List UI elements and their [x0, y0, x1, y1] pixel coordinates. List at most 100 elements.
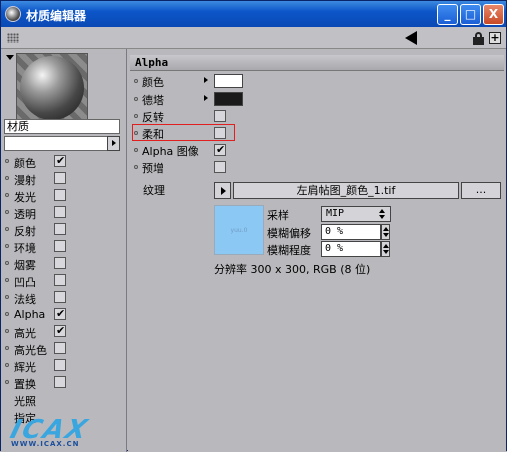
texture-browse-button[interactable]: ... — [461, 182, 501, 199]
channel-item[interactable]: 透明 — [1, 204, 127, 221]
preview-menu-icon[interactable] — [6, 55, 14, 60]
animate-dot-icon[interactable] — [5, 329, 9, 333]
texture-file-button[interactable]: 左肩帖图_颜色_1.tif — [233, 182, 459, 199]
soft-label: 柔和 — [142, 128, 164, 141]
channel-checkbox[interactable] — [54, 223, 66, 235]
channel-label: 反射 — [14, 225, 36, 238]
animate-dot-icon[interactable] — [5, 380, 9, 384]
channel-label: 烟雾 — [14, 259, 36, 272]
expand-arrow-icon[interactable] — [204, 95, 208, 101]
channel-item[interactable]: 发光 — [1, 187, 127, 204]
channel-checkbox[interactable] — [54, 376, 66, 388]
blur-scale-stepper[interactable] — [381, 241, 390, 257]
material-preview[interactable] — [16, 53, 88, 123]
channel-item[interactable]: 环境 — [1, 238, 127, 255]
animate-dot-icon[interactable] — [5, 312, 9, 316]
channel-label: 环境 — [14, 242, 36, 255]
channel-checkbox[interactable] — [54, 189, 66, 201]
channel-item[interactable]: 光照 — [1, 391, 127, 408]
channel-checkbox[interactable] — [54, 206, 66, 218]
color-swatch[interactable] — [214, 74, 243, 88]
maximize-button[interactable]: □ — [460, 4, 481, 25]
channel-item[interactable]: 法线 — [1, 289, 127, 306]
channel-checkbox[interactable] — [54, 172, 66, 184]
invert-label: 反转 — [142, 111, 164, 124]
alpha-image-label: Alpha 图像 — [142, 145, 199, 158]
animate-dot-icon[interactable] — [134, 97, 138, 101]
back-arrow-icon[interactable] — [405, 31, 417, 45]
channel-checkbox[interactable] — [54, 307, 66, 320]
channel-checkbox[interactable] — [54, 240, 66, 252]
channel-item[interactable]: 置换 — [1, 374, 127, 391]
material-dropdown[interactable] — [4, 136, 120, 151]
channel-checkbox[interactable] — [54, 359, 66, 371]
channel-item[interactable]: 高光色 — [1, 340, 127, 357]
sampling-value: MIP — [326, 208, 345, 219]
channel-label: 漫射 — [14, 174, 36, 187]
channel-checkbox[interactable] — [54, 274, 66, 286]
logo-url: WWW.ICAX.CN — [11, 440, 80, 448]
animate-dot-icon[interactable] — [134, 79, 138, 83]
title-bar[interactable]: 材质编辑器 _ □ X — [1, 1, 506, 27]
channel-checkbox[interactable] — [54, 342, 66, 354]
minimize-button[interactable]: _ — [437, 4, 458, 25]
channel-item[interactable]: 高光 — [1, 323, 127, 340]
blur-scale-field[interactable]: 0 % — [321, 241, 381, 257]
alpha-image-checkbox[interactable] — [214, 143, 226, 156]
select-arrows-icon — [378, 209, 387, 219]
channel-list: 颜色漫射发光透明反射环境烟雾凹凸法线Alpha高光高光色辉光置换光照指定 — [1, 153, 127, 425]
channel-checkbox[interactable] — [54, 291, 66, 303]
alpha-panel: Alpha 颜色 德塔 反转 柔和 Alpha 图像 ✔ 预增 纹理 左肩帖图_… — [128, 49, 506, 452]
texture-thumbnail[interactable]: yuu.0 — [214, 205, 264, 255]
material-name-field[interactable]: 材质 — [4, 119, 120, 134]
plus-icon[interactable]: + — [489, 32, 501, 44]
channel-item[interactable]: 烟雾 — [1, 255, 127, 272]
animate-dot-icon[interactable] — [5, 363, 9, 367]
animate-dot-icon[interactable] — [5, 193, 9, 197]
difference-label: 德塔 — [142, 94, 164, 107]
channel-item[interactable]: 凹凸 — [1, 272, 127, 289]
animate-dot-icon[interactable] — [5, 244, 9, 248]
sampling-select[interactable]: MIP — [321, 206, 391, 222]
grip-icon[interactable] — [7, 33, 19, 43]
animate-dot-icon[interactable] — [5, 159, 9, 163]
animate-dot-icon[interactable] — [5, 278, 9, 282]
soft-checkbox[interactable] — [214, 127, 226, 139]
expand-arrow-icon[interactable] — [204, 77, 208, 83]
animate-dot-icon[interactable] — [134, 148, 138, 152]
premultiply-label: 预增 — [142, 162, 164, 175]
channel-item[interactable]: 反射 — [1, 221, 127, 238]
difference-swatch[interactable] — [214, 92, 243, 106]
channel-item[interactable]: 辉光 — [1, 357, 127, 374]
blur-offset-field[interactable]: 0 % — [321, 224, 381, 240]
watermark-logo: ICAX WWW.ICAX.CN — [7, 415, 127, 449]
channel-item[interactable]: Alpha — [1, 306, 127, 323]
invert-checkbox[interactable] — [214, 110, 226, 122]
channel-item[interactable]: 颜色 — [1, 153, 127, 170]
animate-dot-icon[interactable] — [5, 176, 9, 180]
window-title: 材质编辑器 — [26, 9, 87, 23]
animate-dot-icon[interactable] — [5, 261, 9, 265]
lock-icon[interactable] — [473, 32, 484, 45]
animate-dot-icon[interactable] — [5, 227, 9, 231]
channel-item[interactable]: 漫射 — [1, 170, 127, 187]
material-editor-window: 材质编辑器 _ □ X + 材质 颜色漫射发光透明反射环境烟雾凹凸法线 Alpha… — [0, 0, 507, 452]
animate-dot-icon[interactable] — [134, 165, 138, 169]
dropdown-arrow-icon[interactable] — [107, 136, 120, 151]
animate-dot-icon[interactable] — [5, 210, 9, 214]
left-panel: 材质 颜色漫射发光透明反射环境烟雾凹凸法线Alpha高光高光色辉光置换光照指定 … — [1, 49, 127, 452]
blur-offset-label: 模糊偏移 — [267, 227, 311, 240]
premultiply-checkbox[interactable] — [214, 161, 226, 173]
blur-offset-stepper[interactable] — [381, 224, 390, 240]
close-button[interactable]: X — [483, 4, 504, 25]
texture-menu-button[interactable] — [214, 182, 231, 199]
channel-checkbox[interactable] — [54, 154, 66, 167]
animate-dot-icon[interactable] — [134, 114, 138, 118]
animate-dot-icon[interactable] — [5, 295, 9, 299]
channel-label: 发光 — [14, 191, 36, 204]
toolbar: + — [1, 27, 506, 49]
animate-dot-icon[interactable] — [5, 346, 9, 350]
channel-checkbox[interactable] — [54, 324, 66, 337]
animate-dot-icon[interactable] — [134, 131, 138, 135]
channel-checkbox[interactable] — [54, 257, 66, 269]
